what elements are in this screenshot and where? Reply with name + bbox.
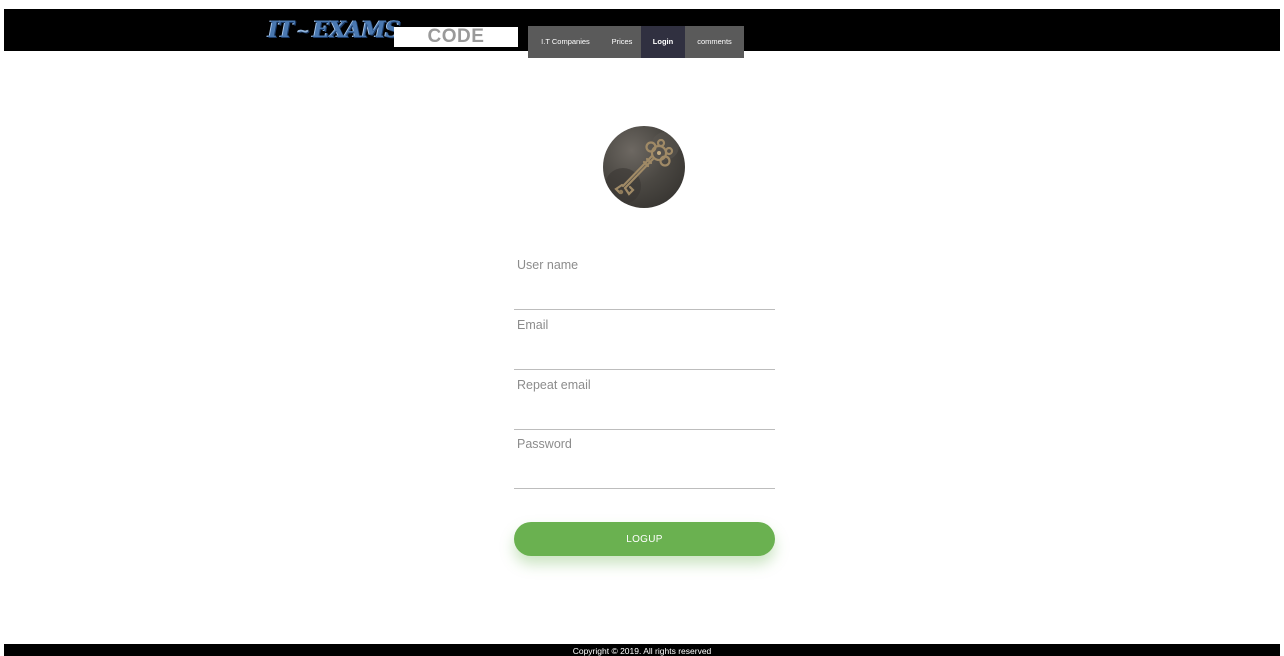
repeat-email-input[interactable] (514, 369, 775, 429)
key-icon (605, 132, 679, 204)
logo-left-text: IT (268, 17, 294, 43)
page: IT ~ EXAMS CODE I.T Companies Prices Log… (0, 0, 1284, 656)
password-input[interactable] (514, 428, 775, 488)
nav-item-comments[interactable]: comments (685, 26, 744, 58)
nav-item-login[interactable]: Login (641, 26, 685, 58)
logo-separator: ~ (296, 20, 310, 40)
username-input[interactable] (514, 249, 775, 309)
username-field-wrapper (514, 249, 775, 310)
code-label: CODE (394, 27, 518, 47)
site-logo[interactable]: IT ~ EXAMS (268, 16, 401, 44)
footer: Copyright © 2019. All rights reserved (4, 644, 1280, 656)
logup-button[interactable]: LOGUP (514, 522, 775, 556)
main-nav: I.T Companies Prices Login comments (528, 26, 744, 58)
top-navigation-bar: IT ~ EXAMS CODE I.T Companies Prices Log… (4, 9, 1280, 58)
email-input[interactable] (514, 309, 775, 369)
nav-item-it-companies[interactable]: I.T Companies (528, 26, 603, 58)
avatar (603, 126, 685, 208)
logo-right-text: EXAMS (312, 17, 401, 43)
email-field-wrapper (514, 309, 775, 370)
nav-item-prices[interactable]: Prices (603, 26, 641, 58)
repeat-email-field-wrapper (514, 369, 775, 430)
copyright-text: Copyright © 2019. All rights reserved (572, 646, 712, 656)
password-field-wrapper (514, 428, 775, 489)
